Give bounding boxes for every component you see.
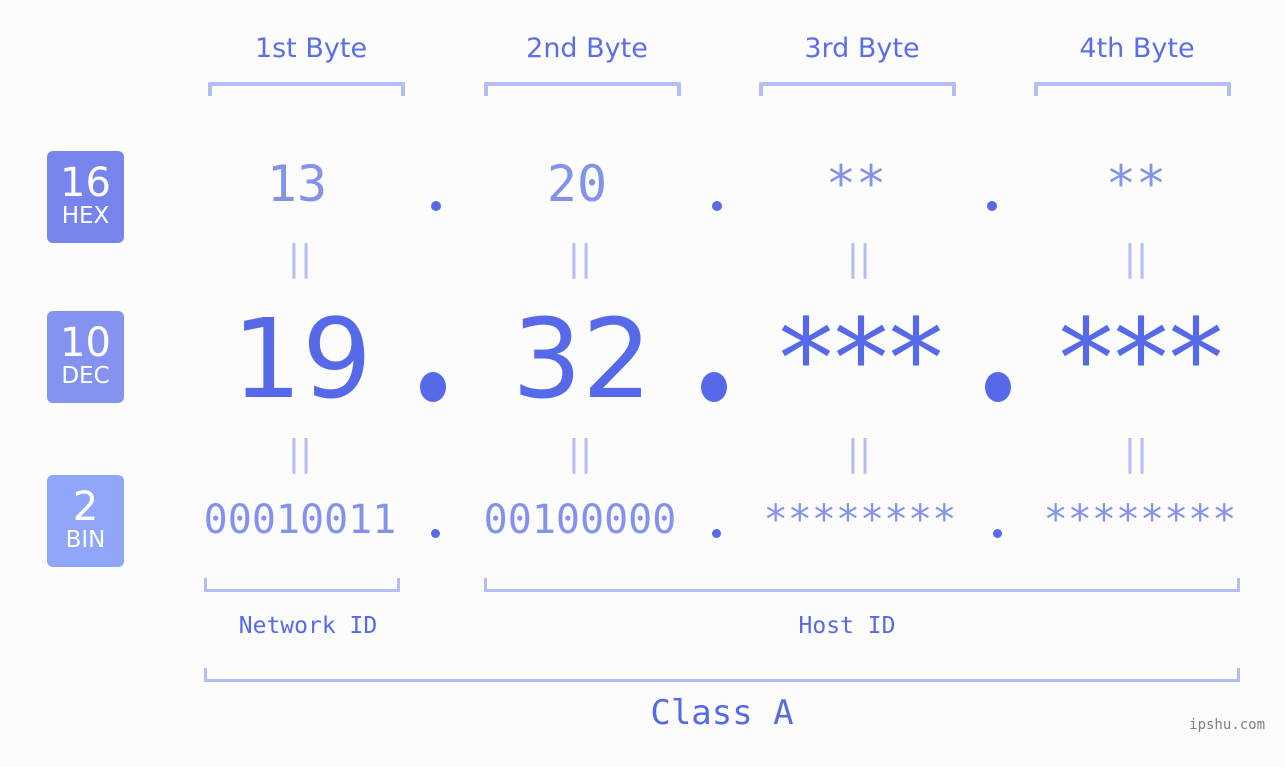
byte-bracket-3	[759, 82, 956, 96]
bin-badge: 2 BIN	[47, 475, 124, 567]
dec-separator-dot	[985, 372, 1011, 402]
byte-bracket-4	[1034, 82, 1231, 96]
equals-sign: ||	[1123, 433, 1149, 474]
class-bracket	[204, 668, 1240, 682]
bin-separator-dot	[431, 529, 440, 538]
dec-separator-dot	[420, 372, 446, 402]
equals-sign: ||	[846, 238, 872, 279]
dec-separator-dot	[701, 372, 727, 402]
class-label: Class A	[650, 693, 794, 733]
hex-separator-dot	[431, 201, 441, 211]
bin-byte-2: 00100000	[483, 497, 677, 543]
hex-badge: 16 HEX	[47, 151, 124, 243]
watermark: ipshu.com	[1189, 717, 1265, 733]
hex-byte-2: 20	[546, 155, 608, 213]
bin-byte-4: ********	[1043, 497, 1237, 543]
equals-sign: ||	[287, 433, 313, 474]
equals-sign: ||	[567, 238, 593, 279]
hex-byte-1: 13	[266, 155, 328, 213]
hex-byte-3: **	[825, 155, 887, 213]
byte-bracket-1	[208, 82, 405, 96]
hex-separator-dot	[987, 201, 997, 211]
network-id-label: Network ID	[238, 613, 378, 639]
dec-badge: 10 DEC	[47, 311, 124, 403]
hex-byte-4: **	[1105, 155, 1167, 213]
hex-badge-label: HEX	[61, 203, 110, 229]
bin-separator-dot	[712, 529, 721, 538]
equals-sign: ||	[567, 433, 593, 474]
dec-byte-3: ***	[778, 295, 944, 423]
host-id-bracket	[484, 578, 1240, 592]
bin-separator-dot	[993, 529, 1002, 538]
bin-badge-label: BIN	[65, 527, 106, 553]
byte-header-4: 4th Byte	[1079, 33, 1195, 64]
hex-separator-dot	[712, 201, 722, 211]
byte-header-1: 1st Byte	[254, 33, 368, 64]
dec-badge-number: 10	[60, 320, 111, 366]
byte-header-3: 3rd Byte	[804, 33, 920, 64]
host-id-label: Host ID	[798, 613, 896, 639]
network-id-bracket	[204, 578, 400, 592]
bin-byte-1: 00010011	[203, 497, 397, 543]
bin-badge-number: 2	[72, 484, 99, 530]
byte-header-2: 2nd Byte	[526, 33, 648, 64]
dec-byte-1: 19	[232, 295, 372, 423]
dec-byte-4: ***	[1058, 295, 1224, 423]
bin-byte-3: ********	[763, 497, 957, 543]
equals-sign: ||	[1123, 238, 1149, 279]
equals-sign: ||	[287, 238, 313, 279]
dec-byte-2: 32	[512, 295, 652, 423]
byte-bracket-2	[484, 82, 681, 96]
dec-badge-label: DEC	[61, 363, 110, 389]
equals-sign: ||	[846, 433, 872, 474]
hex-badge-number: 16	[60, 160, 111, 206]
